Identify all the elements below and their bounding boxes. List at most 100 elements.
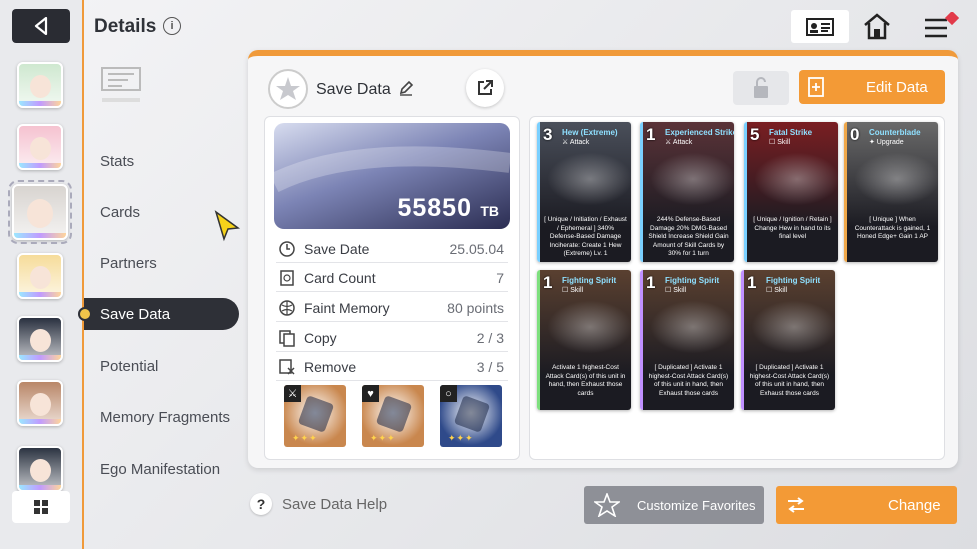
card-type: ✦ Upgrade bbox=[869, 139, 904, 146]
portrait-face bbox=[29, 265, 51, 289]
share-icon bbox=[478, 80, 493, 95]
menu-item-ego-manifestation[interactable]: Ego Manifestation bbox=[84, 453, 239, 485]
card-cost: 1 bbox=[646, 273, 656, 292]
equipment-accessory[interactable]: ○ ✦✦✦ bbox=[440, 385, 502, 447]
portrait-7[interactable] bbox=[17, 446, 63, 492]
score-unit: TB bbox=[480, 203, 499, 219]
card-counterblade[interactable]: 0 Counterblade ✦ Upgrade [ Unique ] When Co… bbox=[844, 122, 938, 262]
equipment-art bbox=[453, 395, 491, 433]
card-description: [ Duplicated ] Activate 1 highest-Cost A… bbox=[648, 364, 729, 397]
grid-view-button[interactable] bbox=[12, 491, 70, 523]
stat-row-faint-memory: Faint Memory 80 points bbox=[276, 295, 508, 322]
card-type: ⚔ Attack bbox=[665, 139, 693, 146]
card-cost: 3 bbox=[543, 125, 553, 144]
card-art bbox=[744, 296, 835, 358]
card-type: ☐ Skill bbox=[665, 287, 687, 294]
card-fatal-strike[interactable]: 5 Fatal Strike ☐ Skill [ Unique / Ignition … bbox=[744, 122, 838, 262]
page-title: Details bbox=[94, 16, 157, 37]
brain-icon bbox=[278, 299, 296, 317]
equipment-armor[interactable]: ♥ ✦✦✦ bbox=[362, 385, 424, 447]
help-icon: ? bbox=[250, 493, 272, 515]
portrait-face bbox=[29, 458, 51, 482]
card-description: [ Duplicated ] Activate 1 highest-Cost A… bbox=[749, 364, 830, 397]
card-fighting-spirit[interactable]: 1 Fighting Spirit ☐ Skill [ Duplicated ] Ac… bbox=[640, 270, 734, 410]
main-menu-button[interactable] bbox=[923, 10, 960, 47]
customize-favorites-button[interactable]: Customize Favorites bbox=[584, 486, 764, 524]
equipment-weapon[interactable]: ⚔ ✦✦✦ bbox=[284, 385, 346, 447]
rarity-bar bbox=[14, 233, 66, 238]
stat-row-copy: Copy 2 / 3 bbox=[276, 325, 508, 352]
card-name: Hew (Extreme) bbox=[562, 128, 618, 137]
score-card: 55850 TB bbox=[274, 123, 510, 229]
equipment-art bbox=[375, 395, 413, 433]
card-fighting-spirit[interactable]: 1 Fighting Spirit ☐ Skill [ Duplicated ] Ac… bbox=[741, 270, 835, 410]
share-button[interactable] bbox=[466, 69, 504, 107]
portrait-3[interactable] bbox=[8, 180, 72, 244]
score-value: 55850 bbox=[397, 194, 472, 222]
stat-row-card-count: Card Count 7 bbox=[276, 265, 508, 292]
menu-item-label: Save Data bbox=[100, 305, 171, 323]
stat-value: 2 / 3 bbox=[476, 330, 504, 346]
favorites-label: Customize Favorites bbox=[637, 497, 756, 513]
menu-item-save-data[interactable]: Save Data bbox=[78, 298, 239, 330]
menu-item-memory-fragments[interactable]: Memory Fragments bbox=[84, 401, 239, 433]
star-icon bbox=[276, 77, 300, 100]
stat-label: Save Date bbox=[304, 241, 370, 257]
card-experienced-strike[interactable]: 1 Experienced Strike ⚔ Attack 244% Defense-… bbox=[640, 122, 734, 262]
equipment-stars: ✦✦✦ bbox=[370, 433, 396, 443]
equipment-slot-icon: ⚔ bbox=[284, 385, 301, 402]
card-art bbox=[747, 148, 838, 210]
card-art bbox=[643, 296, 734, 358]
menu-icon bbox=[925, 10, 960, 38]
card-description: Activate 1 highest-Cost Attack Card(s) o… bbox=[545, 364, 626, 397]
card-name: Experienced Strike bbox=[665, 128, 734, 137]
card-name: Fighting Spirit bbox=[562, 276, 617, 285]
card-art bbox=[540, 148, 631, 210]
save-data-help[interactable]: ? Save Data Help bbox=[250, 493, 387, 515]
rarity-bar bbox=[19, 292, 61, 297]
home-button[interactable] bbox=[862, 12, 892, 45]
card-art bbox=[540, 296, 631, 358]
rarity-bar bbox=[19, 101, 61, 106]
remove-icon bbox=[278, 358, 296, 376]
back-button[interactable] bbox=[12, 9, 70, 43]
home-icon bbox=[864, 13, 890, 40]
edit-data-button[interactable]: Edit Data bbox=[799, 70, 945, 104]
unlock-icon bbox=[754, 77, 768, 98]
pencil-icon[interactable] bbox=[398, 80, 414, 96]
portrait-1[interactable] bbox=[17, 62, 63, 108]
lock-button[interactable] bbox=[733, 71, 789, 105]
card-name: Fatal Strike bbox=[769, 128, 813, 137]
rarity-bar bbox=[19, 355, 61, 360]
profile-card-button[interactable] bbox=[791, 10, 849, 43]
info-icon[interactable]: i bbox=[163, 17, 181, 35]
menu-item-stats[interactable]: Stats bbox=[84, 145, 239, 177]
card-cost: 1 bbox=[747, 273, 757, 292]
card-hew-extreme[interactable]: 3 Hew (Extreme) ⚔ Attack [ Unique / Initiat… bbox=[537, 122, 631, 262]
equipment-slot-icon: ♥ bbox=[362, 385, 379, 402]
menu-item-partners[interactable]: Partners bbox=[84, 247, 239, 279]
save-badge bbox=[268, 69, 308, 109]
menu-item-label: Memory Fragments bbox=[100, 408, 231, 426]
menu-item-label: Potential bbox=[100, 357, 159, 375]
menu-item-potential[interactable]: Potential bbox=[84, 350, 239, 382]
id-card-icon bbox=[806, 17, 834, 36]
portrait-2[interactable] bbox=[17, 124, 63, 170]
back-arrow-icon bbox=[34, 17, 48, 35]
card-type: ☐ Skill bbox=[766, 287, 788, 294]
save-data-title: Save Data bbox=[316, 80, 414, 99]
portrait-5[interactable] bbox=[17, 316, 63, 362]
card-fighting-spirit[interactable]: 1 Fighting Spirit ☐ Skill Activate 1 highes… bbox=[537, 270, 631, 410]
score-card-art bbox=[274, 146, 510, 192]
card-name: Fighting Spirit bbox=[766, 276, 821, 285]
stat-row-remove: Remove 3 / 5 bbox=[276, 354, 508, 381]
stat-row-save-date: Save Date 25.05.04 bbox=[276, 236, 508, 263]
portrait-6[interactable] bbox=[17, 380, 63, 426]
card-art bbox=[847, 148, 938, 210]
card-description: [ Unique / Initiation / Exhaust / Epheme… bbox=[544, 216, 627, 257]
stat-value: 7 bbox=[496, 270, 504, 286]
card-description: 244% Defense-Based Damage 20% DMG-Based … bbox=[648, 216, 729, 257]
change-button[interactable]: Change bbox=[776, 486, 957, 524]
portrait-4[interactable] bbox=[17, 253, 63, 299]
portrait-face bbox=[29, 392, 51, 416]
